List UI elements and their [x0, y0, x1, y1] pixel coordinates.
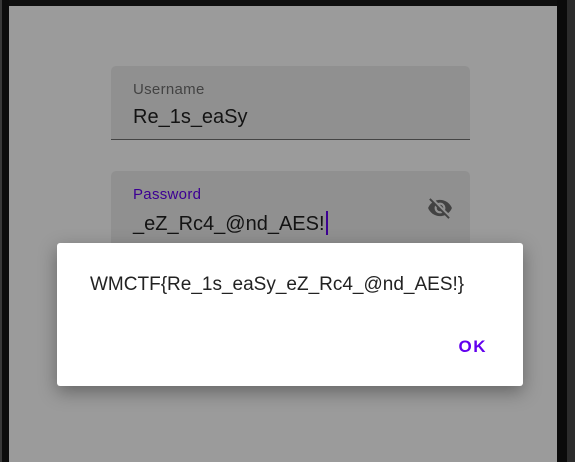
ok-button[interactable]: OK	[459, 337, 488, 357]
alert-dialog: WMCTF{Re_1s_eaSy_eZ_Rc4_@nd_AES!} OK	[57, 243, 523, 386]
screen-edge-left	[0, 0, 9, 462]
dialog-message: WMCTF{Re_1s_eaSy_eZ_Rc4_@nd_AES!}	[90, 274, 465, 295]
device-screen: Username Re_1s_eaSy Password _eZ_Rc4_@nd…	[0, 0, 575, 462]
dialog-scrim[interactable]	[9, 6, 557, 462]
screen-edge-right	[557, 0, 575, 462]
